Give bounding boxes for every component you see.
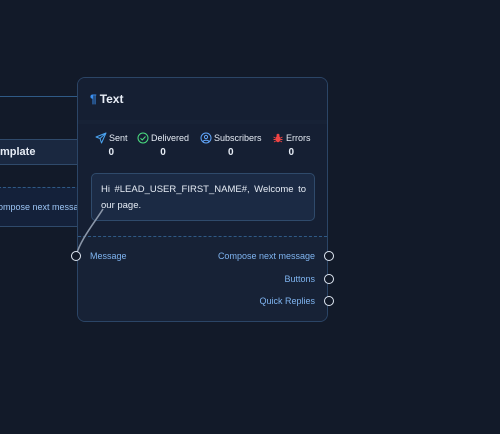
stat-sent: Sent 0 [95, 132, 128, 158]
stat-value: 0 [108, 147, 115, 158]
bug-icon [273, 133, 283, 143]
output-buttons-label: Buttons [284, 274, 315, 284]
user-circle-icon [200, 132, 212, 144]
stat-label: Sent [109, 133, 128, 143]
node-stats: Sent 0 Delivered 0 Subscribers 0 Errors … [78, 124, 327, 164]
node-header[interactable]: ¶ Text [78, 78, 327, 120]
pilcrow-icon: ¶ [90, 92, 97, 106]
stat-value: 0 [288, 147, 295, 158]
left-node-title[interactable]: mplate [0, 139, 80, 165]
stat-subscribers: Subscribers 0 [200, 132, 262, 158]
stat-delivered: Delivered 0 [137, 132, 189, 158]
output-handle-buttons[interactable] [324, 274, 334, 284]
left-node-top-edge [0, 96, 80, 97]
stat-value: 0 [227, 147, 234, 158]
node-title: Text [99, 92, 124, 106]
node-body: Hi #LEAD_USER_FIRST_NAME#, Welcome to ou… [78, 164, 327, 236]
paper-plane-icon [95, 132, 107, 144]
output-handle-compose[interactable] [324, 251, 334, 261]
output-compose-label: Compose next message [217, 251, 315, 261]
stat-label: Subscribers [214, 133, 262, 143]
stat-errors: Errors 0 [272, 132, 311, 158]
input-port-label: Message [90, 251, 127, 261]
check-circle-icon [137, 132, 149, 144]
output-quick-replies-label: Quick Replies [259, 296, 315, 306]
stat-label: Delivered [151, 133, 190, 143]
flow-canvas[interactable]: mplate ompose next message ¶ Text Sent 0 [0, 0, 500, 434]
message-text-box[interactable]: Hi #LEAD_USER_FIRST_NAME#, Welcome to ou… [91, 173, 315, 221]
node-ports: Message Compose next message Buttons Qui… [78, 236, 327, 321]
stat-value: 0 [160, 147, 166, 158]
text-node[interactable]: ¶ Text Sent 0 Delivered 0 Subscribers 0 … [77, 77, 328, 322]
left-node-compose-output[interactable]: ompose next message [0, 187, 80, 227]
output-handle-quick-replies[interactable] [324, 296, 334, 306]
input-handle[interactable] [71, 251, 81, 261]
stat-label: Errors [286, 133, 311, 143]
